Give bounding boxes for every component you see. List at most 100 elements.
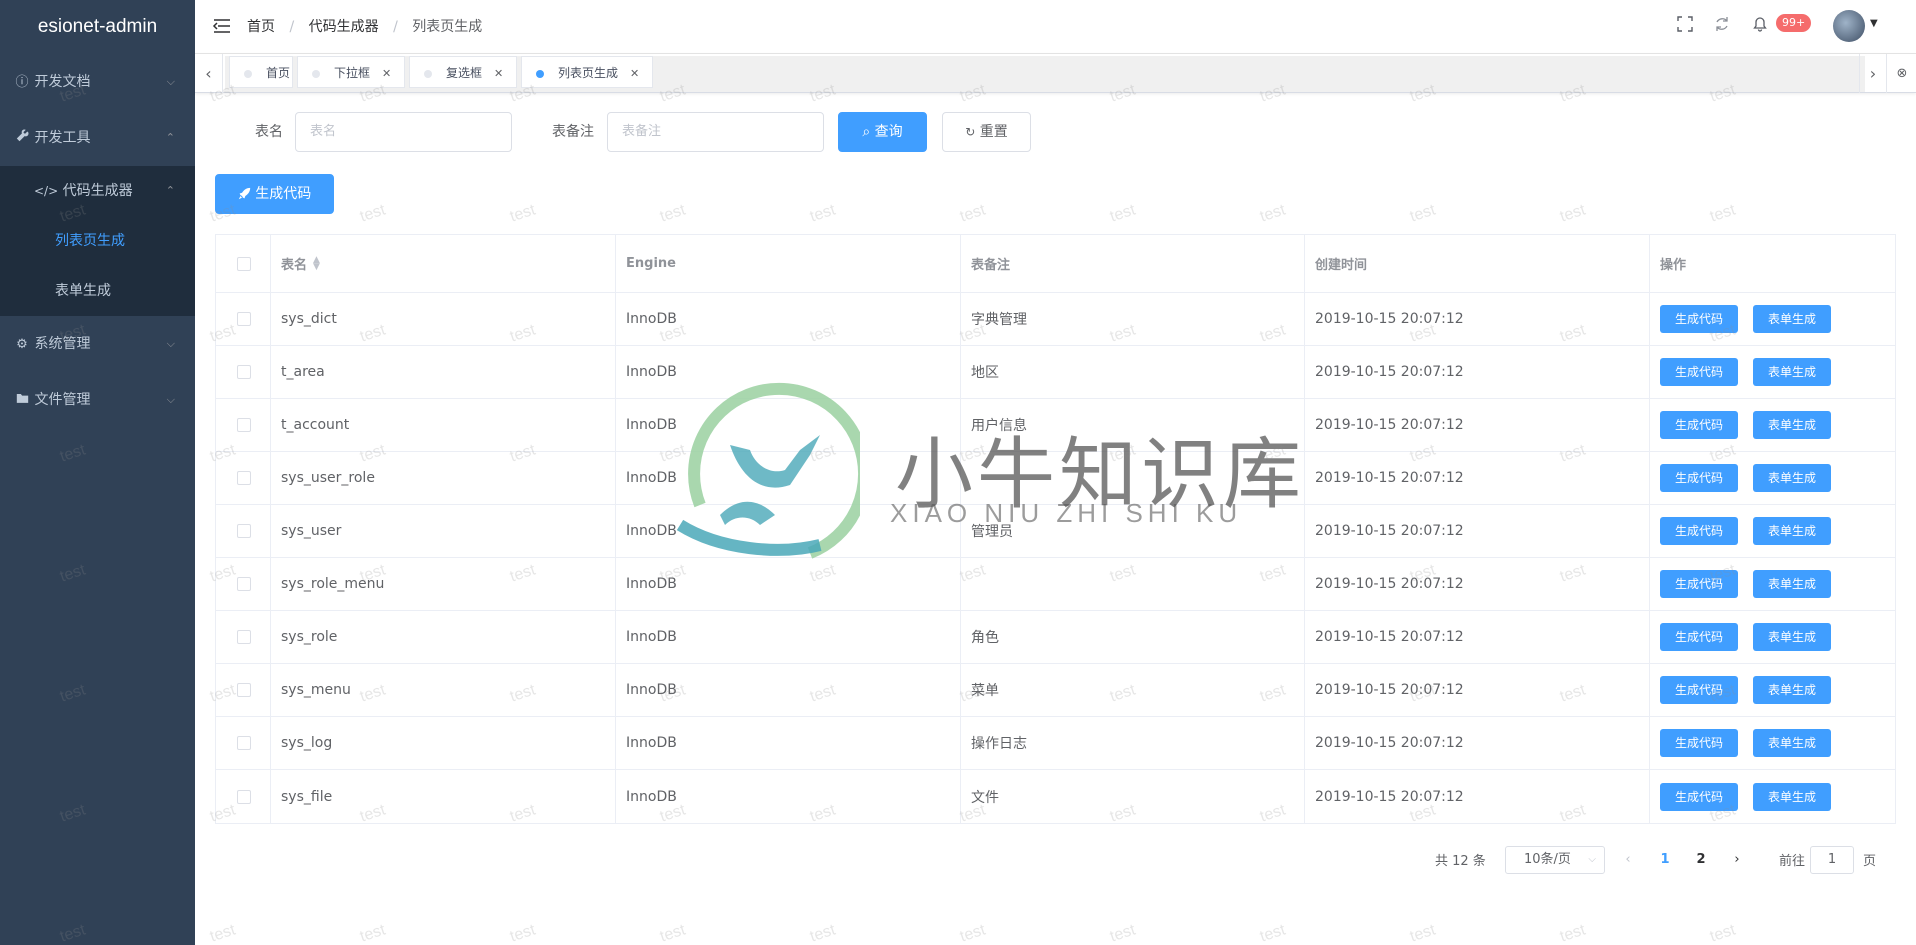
- cell-comment: 菜单: [961, 664, 1305, 716]
- row-form-gen-button[interactable]: 表单生成: [1753, 729, 1832, 757]
- table-row: sys_dict InnoDB 字典管理 2019-10-15 20:07:12 生成代…: [216, 293, 1895, 346]
- page-2[interactable]: 2: [1686, 846, 1716, 874]
- tags-view: ‹ 首页 下拉框 ✕ 复选框 ✕ 列表页生成 ✕ › ⊗: [195, 54, 1916, 93]
- sidebar-item-system[interactable]: ⚙ 系统管理 ⌵: [0, 316, 195, 372]
- close-icon[interactable]: ✕: [382, 58, 391, 90]
- row-form-gen-button[interactable]: 表单生成: [1753, 464, 1832, 492]
- row-generate-code-button[interactable]: 生成代码: [1660, 358, 1739, 386]
- row-generate-code-button[interactable]: 生成代码: [1660, 623, 1739, 651]
- close-icon[interactable]: ✕: [494, 58, 503, 90]
- row-form-gen-button[interactable]: 表单生成: [1753, 358, 1832, 386]
- row-checkbox[interactable]: [237, 471, 251, 485]
- row-generate-code-button[interactable]: 生成代码: [1660, 411, 1739, 439]
- tag-dropdown[interactable]: 下拉框 ✕: [297, 56, 405, 88]
- reset-button[interactable]: ↻ 重置: [942, 112, 1031, 152]
- row-checkbox[interactable]: [237, 789, 251, 804]
- checkbox[interactable]: [237, 256, 251, 271]
- cell-table-name: sys_log: [271, 717, 616, 769]
- row-generate-code-button[interactable]: 生成代码: [1660, 305, 1739, 333]
- page-1[interactable]: 1: [1650, 846, 1680, 874]
- breadcrumb-code-generator[interactable]: 代码生成器: [309, 19, 379, 35]
- page-size-select[interactable]: 10条/页 ⌵: [1505, 846, 1605, 874]
- row-select-cell: [216, 399, 271, 451]
- row-checkbox[interactable]: [237, 365, 251, 379]
- cell-table-name: sys_user_role: [271, 452, 616, 504]
- sidebar-item-dev-docs[interactable]: ⓘ 开发文档 ⌵: [0, 54, 195, 110]
- sidebar-item-label: 开发工具: [34, 130, 91, 146]
- row-form-gen-button[interactable]: 表单生成: [1753, 517, 1832, 545]
- row-form-gen-button[interactable]: 表单生成: [1753, 305, 1832, 333]
- row-checkbox[interactable]: [237, 630, 251, 644]
- goto-page-input[interactable]: 1: [1810, 846, 1854, 874]
- sidebar-item-form-gen[interactable]: 表单生成: [0, 266, 195, 316]
- sort-icon[interactable]: ▲ ▼: [313, 255, 320, 271]
- tag-list-page[interactable]: 列表页生成 ✕: [521, 56, 653, 88]
- select-all-checkbox[interactable]: [216, 235, 271, 292]
- fullscreen-icon[interactable]: [1674, 16, 1696, 38]
- row-checkbox[interactable]: [237, 736, 251, 750]
- cell-actions: 生成代码 表单生成: [1650, 505, 1897, 557]
- sidebar-item-code-generator[interactable]: </> 代码生成器 ⌃: [0, 166, 195, 216]
- breadcrumb-home[interactable]: 首页: [247, 19, 275, 35]
- row-checkbox[interactable]: [237, 418, 251, 432]
- avatar[interactable]: [1833, 10, 1865, 42]
- row-form-gen-button[interactable]: 表单生成: [1753, 570, 1832, 598]
- tag-checkbox[interactable]: 复选框 ✕: [409, 56, 517, 88]
- tag-label: 复选框: [446, 66, 483, 80]
- row-select-cell: [216, 505, 271, 557]
- row-generate-code-button[interactable]: 生成代码: [1660, 570, 1739, 598]
- cell-engine: InnoDB: [616, 611, 961, 663]
- prev-page-icon[interactable]: ‹: [1613, 846, 1643, 874]
- tags-scroll-right-icon[interactable]: ›: [1859, 54, 1887, 93]
- close-icon[interactable]: ✕: [630, 58, 639, 90]
- cell-created: 2019-10-15 20:07:12: [1305, 505, 1650, 557]
- tag-home[interactable]: 首页: [229, 56, 293, 88]
- cell-engine: InnoDB: [616, 664, 961, 716]
- row-select-cell: [216, 452, 271, 504]
- row-form-gen-button[interactable]: 表单生成: [1753, 676, 1832, 704]
- bell-icon[interactable]: [1749, 16, 1771, 38]
- query-button[interactable]: ⌕ 查询: [838, 112, 927, 152]
- row-checkbox[interactable]: [237, 524, 251, 538]
- sidebar-item-list-page[interactable]: 列表页生成: [0, 216, 195, 266]
- column-header-name[interactable]: 表名 ▲ ▼: [271, 235, 616, 292]
- table-name-input[interactable]: 表名: [295, 112, 512, 152]
- cell-table-name: sys_user: [271, 505, 616, 557]
- chevron-down-icon: ⌵: [166, 75, 175, 88]
- caret-down-icon[interactable]: ▼: [1870, 18, 1878, 29]
- cell-created: 2019-10-15 20:07:12: [1305, 664, 1650, 716]
- table-row: sys_log InnoDB 操作日志 2019-10-15 20:07:12 生成代码…: [216, 717, 1895, 770]
- row-generate-code-button[interactable]: 生成代码: [1660, 729, 1739, 757]
- row-form-gen-button[interactable]: 表单生成: [1753, 782, 1832, 811]
- data-table: 表名 ▲ ▼ Engine 表备注 创建时间 操作 sys_dict InnoDB 字…: [215, 234, 1896, 824]
- row-checkbox[interactable]: [237, 577, 251, 591]
- close-all-icon[interactable]: ⊗: [1888, 54, 1916, 93]
- row-select-cell: [216, 346, 271, 398]
- row-checkbox[interactable]: [237, 683, 251, 697]
- watermark-subtitle: XIAO NIU ZHI SHI KU: [890, 498, 1243, 528]
- column-header-label: 表名: [281, 258, 308, 273]
- cell-table-name: sys_role_menu: [271, 558, 616, 610]
- refresh-icon[interactable]: [1711, 16, 1733, 38]
- row-generate-code-button[interactable]: 生成代码: [1660, 782, 1739, 811]
- sidebar-item-dev-tools[interactable]: 开发工具 ⌃: [0, 110, 195, 166]
- tags-scroll-left-icon[interactable]: ‹: [195, 54, 223, 93]
- row-generate-code-button[interactable]: 生成代码: [1660, 517, 1739, 545]
- tag-dot: [536, 69, 544, 78]
- sidebar-submenu: </> 代码生成器 ⌃ 列表页生成 表单生成: [0, 166, 195, 316]
- row-checkbox[interactable]: [237, 312, 251, 326]
- table-row: sys_role_menu InnoDB 2019-10-15 20:07:12 生成…: [216, 558, 1895, 611]
- sidebar-item-files[interactable]: 文件管理 ⌵: [0, 372, 195, 428]
- row-form-gen-button[interactable]: 表单生成: [1753, 623, 1832, 651]
- cell-engine: InnoDB: [616, 293, 961, 345]
- generate-code-button[interactable]: 生成代码: [215, 174, 334, 214]
- row-form-gen-button[interactable]: 表单生成: [1753, 411, 1832, 439]
- comment-input[interactable]: 表备注: [607, 112, 824, 152]
- row-generate-code-button[interactable]: 生成代码: [1660, 464, 1739, 492]
- hamburger-icon[interactable]: [211, 15, 233, 37]
- navbar: 首页 / 代码生成器 / 列表页生成 99+ ▼: [195, 0, 1916, 54]
- next-page-icon[interactable]: ›: [1722, 846, 1752, 874]
- column-header-engine: Engine: [616, 235, 961, 292]
- row-generate-code-button[interactable]: 生成代码: [1660, 676, 1739, 704]
- cell-comment: 地区: [961, 346, 1305, 398]
